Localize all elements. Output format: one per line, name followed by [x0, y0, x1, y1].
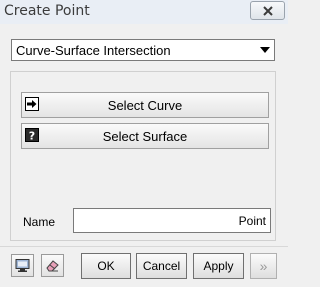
footer-separator [0, 246, 288, 247]
reset-button[interactable] [41, 254, 64, 277]
close-icon [262, 5, 273, 16]
select-surface-button[interactable]: ? Select Surface [21, 123, 269, 149]
method-dropdown-value: Curve-Surface Intersection [16, 43, 171, 58]
method-dropdown[interactable]: Curve-Surface Intersection [11, 39, 275, 61]
close-button[interactable] [250, 1, 285, 20]
select-surface-label: Select Surface [102, 129, 188, 144]
name-field[interactable]: Point [73, 208, 271, 233]
display-options-button[interactable] [11, 254, 34, 277]
title-bar: Create Point [0, 0, 288, 24]
name-label: Name [23, 215, 56, 229]
eraser-icon [46, 260, 59, 272]
select-curve-button[interactable]: Select Curve [21, 92, 269, 118]
cancel-button[interactable]: Cancel [136, 253, 187, 279]
window-title: Create Point [4, 3, 90, 19]
name-field-value: Point [238, 214, 266, 228]
chevron-down-icon[interactable] [256, 41, 273, 59]
ok-button[interactable]: OK [81, 253, 131, 279]
select-curve-label: Select Curve [107, 98, 183, 113]
more-options-button[interactable]: » [250, 253, 277, 279]
apply-button[interactable]: Apply [193, 253, 244, 279]
monitor-icon [15, 259, 30, 272]
